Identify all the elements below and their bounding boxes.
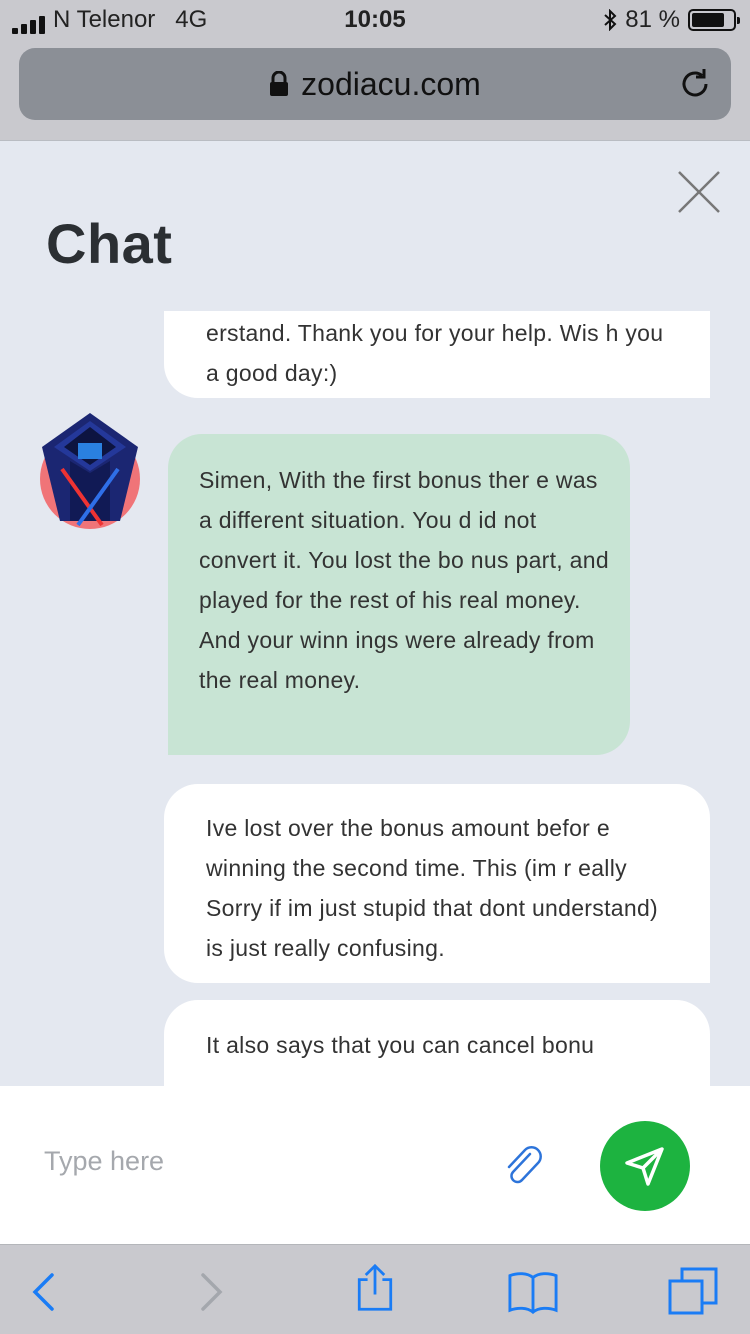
book-icon[interactable] bbox=[508, 1267, 558, 1317]
agent-avatar bbox=[40, 413, 140, 529]
status-right: 81 % bbox=[603, 6, 740, 34]
chevron-left-icon[interactable] bbox=[20, 1267, 70, 1317]
browser-toolbar bbox=[0, 1244, 750, 1334]
message-composer bbox=[0, 1086, 750, 1244]
chat-panel[interactable]: Chat erstand. Thank you for your help. W… bbox=[0, 140, 750, 1086]
message-text: Simen, With the first bonus ther e was a… bbox=[199, 467, 609, 693]
message-input[interactable] bbox=[44, 1138, 464, 1184]
url-text[interactable]: zodiacu.com bbox=[301, 66, 481, 103]
reload-icon[interactable] bbox=[677, 66, 713, 102]
message-text: erstand. Thank you for your help. Wis h … bbox=[206, 320, 664, 386]
message-bubble-user: erstand. Thank you for your help. Wis h … bbox=[164, 311, 710, 398]
chat-title: Chat bbox=[46, 212, 173, 275]
close-icon[interactable] bbox=[676, 169, 722, 215]
send-icon bbox=[625, 1147, 664, 1186]
address-bar[interactable]: zodiacu.com bbox=[19, 48, 731, 120]
message-text: Ive lost over the bonus amount befor e w… bbox=[206, 815, 658, 961]
paperclip-icon[interactable] bbox=[500, 1142, 546, 1188]
bluetooth-icon bbox=[604, 9, 617, 31]
status-bar: N Telenor 4G 10:05 81 % bbox=[0, 0, 750, 40]
battery-percent: 81 % bbox=[625, 6, 680, 33]
battery-icon bbox=[688, 9, 740, 31]
chevron-right-icon[interactable] bbox=[185, 1267, 235, 1317]
send-button[interactable] bbox=[600, 1121, 690, 1211]
tabs-icon[interactable] bbox=[668, 1267, 718, 1317]
message-text: It also says that you can cancel bonu bbox=[206, 1032, 595, 1058]
message-bubble-agent: Simen, With the first bonus ther e was a… bbox=[168, 434, 630, 755]
message-bubble-user: Ive lost over the bonus amount befor e w… bbox=[164, 784, 710, 983]
share-icon[interactable] bbox=[350, 1263, 400, 1313]
lock-icon bbox=[270, 71, 289, 96]
message-bubble-user: It also says that you can cancel bonu bbox=[164, 1000, 710, 1086]
